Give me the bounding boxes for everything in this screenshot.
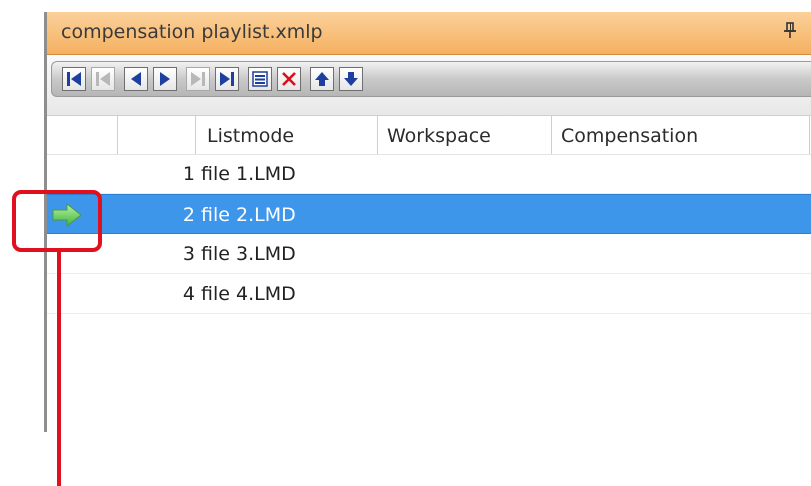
column-separator[interactable] (195, 116, 196, 154)
row-filename: file 3.LMD (201, 243, 296, 265)
skip-first-icon (96, 72, 110, 86)
last-button[interactable] (215, 67, 239, 91)
table-row[interactable]: 1 file 1.LMD (47, 154, 811, 194)
list-button[interactable] (248, 67, 272, 91)
next-disabled-button[interactable] (186, 67, 210, 91)
move-up-button[interactable] (310, 67, 334, 91)
play-back-icon (131, 72, 141, 86)
delete-icon (282, 72, 296, 86)
row-filename: file 4.LMD (201, 283, 296, 305)
previous-button[interactable] (124, 67, 148, 91)
first-button[interactable] (62, 67, 86, 91)
column-separator[interactable] (551, 116, 552, 154)
play-icon (160, 72, 170, 86)
window-title: compensation playlist.xmlp (61, 21, 323, 43)
row-number: 2 (182, 204, 195, 226)
toolbar (47, 55, 811, 116)
row-number: 1 (182, 163, 195, 185)
column-separator[interactable] (117, 116, 118, 154)
column-header-workspace[interactable]: Workspace (387, 125, 491, 147)
skip-first-icon (67, 72, 81, 86)
first-disabled-button[interactable] (91, 67, 115, 91)
column-header: Listmode Workspace Compensation (47, 116, 811, 155)
skip-last-icon (191, 72, 205, 86)
playlist-panel: compensation playlist.xmlp Listmode Work… (47, 12, 811, 432)
delete-button[interactable] (277, 67, 301, 91)
skip-last-icon (220, 72, 234, 86)
callout-highlight-box (12, 190, 102, 252)
play-button[interactable] (153, 67, 177, 91)
move-down-button[interactable] (339, 67, 363, 91)
column-header-listmode[interactable]: Listmode (207, 125, 294, 147)
toolbar-strip (51, 61, 811, 97)
row-filename: file 1.LMD (201, 163, 296, 185)
title-bar[interactable]: compensation playlist.xmlp (47, 12, 811, 55)
row-number: 4 (182, 283, 195, 305)
table-row[interactable]: 4 file 4.LMD (47, 274, 811, 314)
column-separator[interactable] (809, 116, 810, 154)
column-separator[interactable] (377, 116, 378, 154)
arrow-down-icon (344, 72, 358, 86)
list-icon (252, 71, 268, 87)
row-filename: file 2.LMD (201, 204, 296, 226)
table-row-selected[interactable]: 2 file 2.LMD (47, 194, 811, 234)
row-number: 3 (182, 243, 195, 265)
callout-pointer-line (57, 252, 61, 486)
table-row[interactable]: 3 file 3.LMD (47, 234, 811, 274)
arrow-up-icon (315, 72, 329, 86)
pin-icon[interactable] (783, 20, 797, 42)
column-header-compensation[interactable]: Compensation (561, 125, 698, 147)
